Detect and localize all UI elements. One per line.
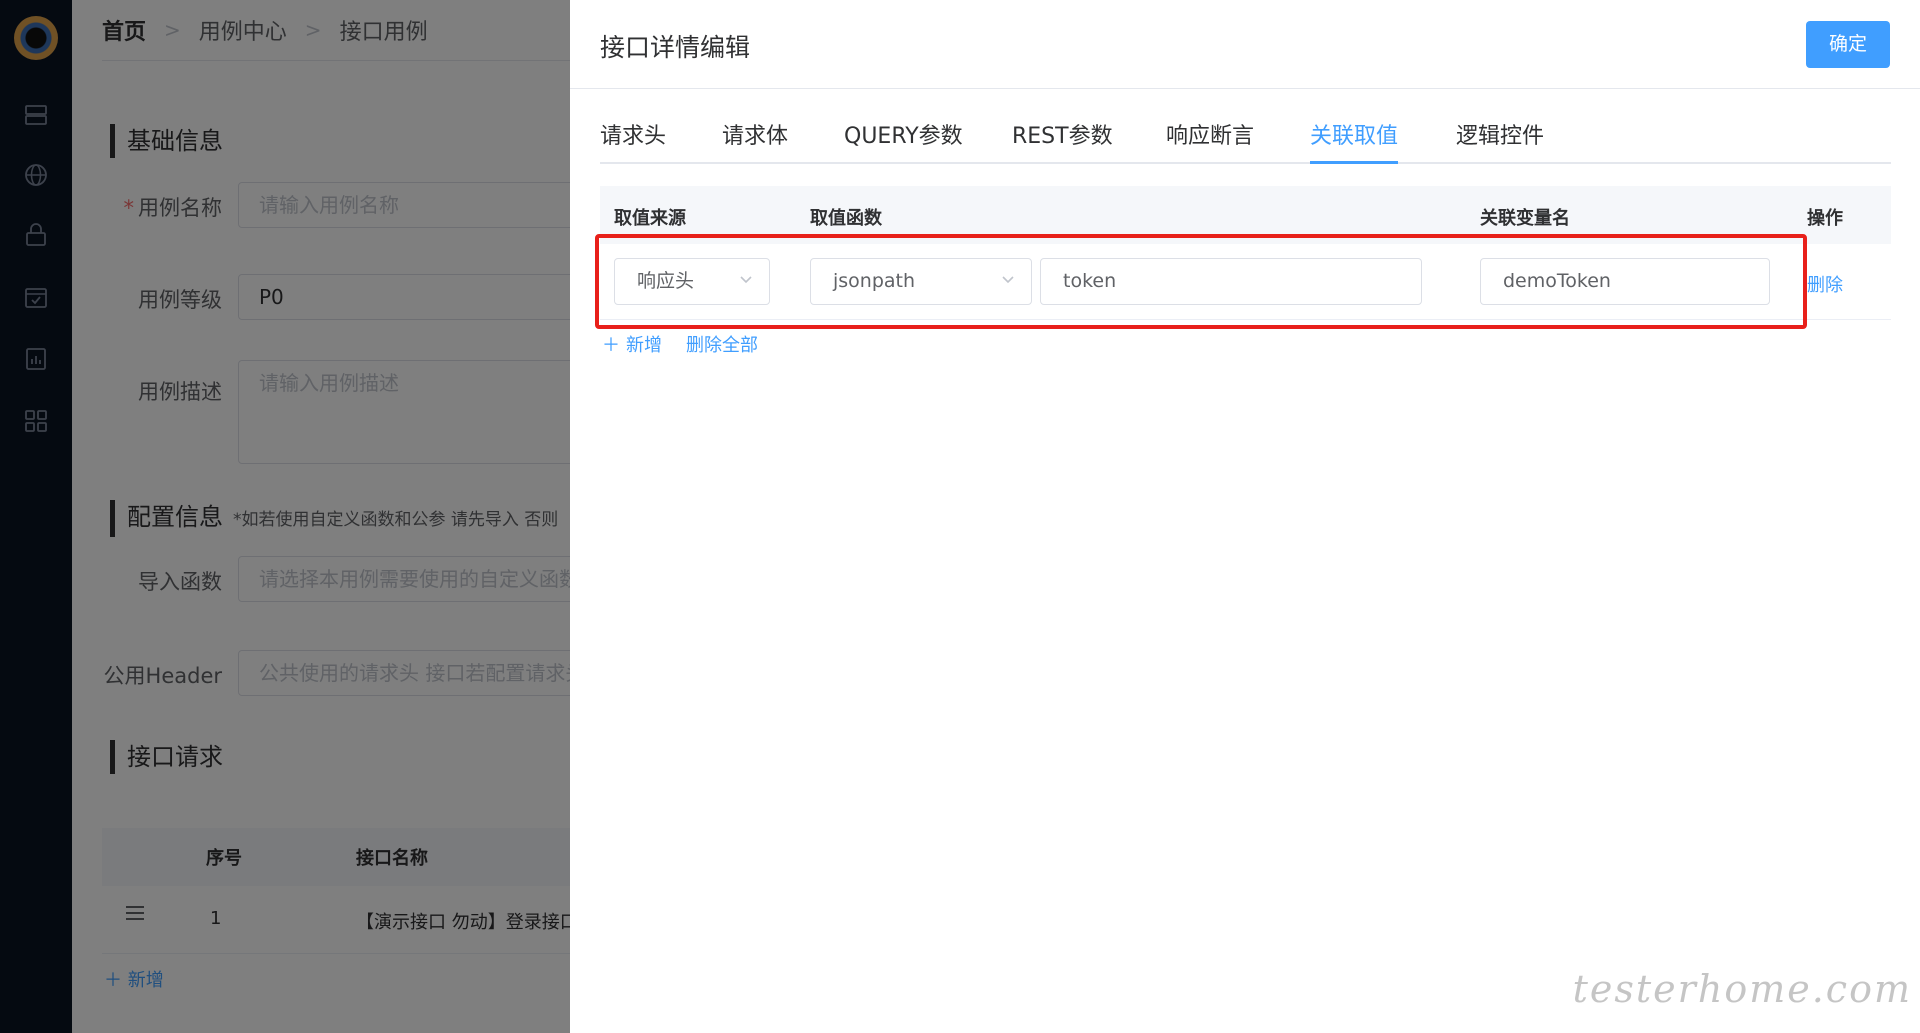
add-row-button[interactable]: ＋新增 [602, 331, 662, 357]
drawer-tabs: 请求头 请求体 QUERY参数 REST参数 响应断言 关联取值 逻辑控件 [600, 118, 1891, 164]
tab-request-body[interactable]: 请求体 [722, 118, 788, 164]
divider [570, 88, 1920, 89]
tab-logic-control[interactable]: 逻辑控件 [1456, 118, 1544, 164]
col-func: 取值函数 [810, 208, 882, 229]
tab-rest-params[interactable]: REST参数 [1012, 118, 1113, 164]
tab-query-params[interactable]: QUERY参数 [844, 118, 963, 164]
col-source: 取值来源 [614, 208, 686, 229]
delete-row-link[interactable]: 删除 [1807, 271, 1843, 297]
col-var: 关联变量名 [1480, 208, 1570, 229]
drawer-title: 接口详情编辑 [600, 33, 751, 62]
col-op: 操作 [1807, 208, 1843, 229]
watermark: testerhome.com [1572, 967, 1912, 1011]
tab-response-assert[interactable]: 响应断言 [1166, 118, 1254, 164]
plus-icon: ＋ [602, 335, 620, 356]
tab-request-header[interactable]: 请求头 [600, 118, 666, 164]
confirm-button[interactable]: 确定 [1806, 21, 1890, 68]
row-actions: ＋新增 删除全部 [602, 331, 758, 357]
api-detail-drawer: 接口详情编辑 确定 请求头 请求体 QUERY参数 REST参数 响应断言 关联… [570, 0, 1920, 1033]
highlight-box [595, 234, 1807, 329]
delete-all-button[interactable]: 删除全部 [686, 331, 758, 357]
tab-correlation[interactable]: 关联取值 [1310, 118, 1399, 164]
